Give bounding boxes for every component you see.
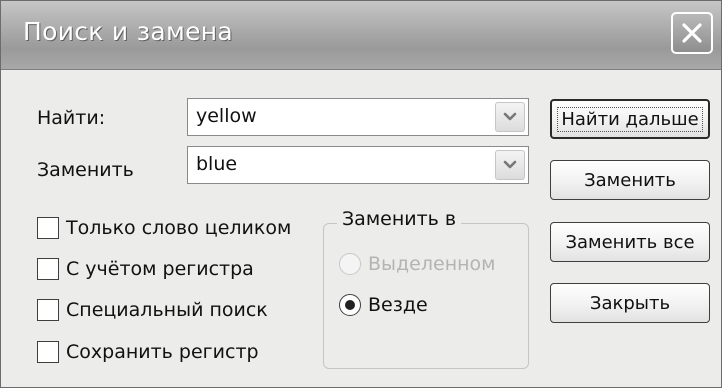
replace-in-everywhere-option[interactable]: Везде — [339, 292, 428, 318]
replace-label: Заменить — [37, 159, 134, 181]
chevron-down-icon — [502, 108, 518, 127]
option-match-case[interactable]: С учётом регистра — [37, 256, 254, 282]
replace-button[interactable]: Заменить — [550, 160, 710, 200]
find-dropdown-button[interactable] — [495, 102, 525, 132]
whole-word-label: Только слово целиком — [66, 217, 292, 239]
close-window-button[interactable] — [671, 12, 713, 54]
everywhere-radio[interactable] — [339, 294, 361, 316]
match-case-checkbox[interactable] — [37, 258, 59, 280]
find-input[interactable]: yellow — [196, 105, 257, 127]
match-case-label: С учётом регистра — [66, 258, 254, 280]
close-icon — [679, 20, 705, 46]
find-replace-dialog: Поиск и замена Найти: yellow Заменить bl… — [0, 0, 722, 388]
special-search-checkbox[interactable] — [37, 299, 59, 321]
option-preserve-case[interactable]: Сохранить регистр — [37, 339, 259, 365]
find-label: Найти: — [37, 107, 106, 129]
find-next-button-label: Найти дальше — [557, 106, 703, 132]
selection-radio — [339, 253, 361, 275]
radio-selected-dot — [345, 300, 355, 310]
preserve-case-checkbox[interactable] — [37, 341, 59, 363]
replace-input[interactable]: blue — [196, 153, 237, 175]
special-search-label: Специальный поиск — [66, 299, 268, 321]
find-next-button[interactable]: Найти дальше — [550, 99, 710, 139]
chevron-down-icon — [502, 156, 518, 175]
option-special-search[interactable]: Специальный поиск — [37, 297, 268, 323]
close-button[interactable]: Закрыть — [550, 283, 710, 323]
title-bar[interactable]: Поиск и замена — [1, 1, 721, 70]
replace-all-button[interactable]: Заменить все — [550, 222, 710, 262]
dialog-title: Поиск и замена — [23, 17, 234, 46]
replace-combobox[interactable]: blue — [187, 146, 529, 184]
option-whole-word[interactable]: Только слово целиком — [37, 215, 291, 241]
selection-radio-label: Выделенном — [368, 253, 496, 275]
preserve-case-label: Сохранить регистр — [66, 341, 259, 363]
whole-word-checkbox[interactable] — [37, 217, 59, 239]
find-combobox[interactable]: yellow — [187, 98, 529, 136]
replace-in-legend: Заменить в — [337, 208, 462, 230]
replace-dropdown-button[interactable] — [495, 150, 525, 180]
everywhere-radio-label: Везде — [368, 294, 428, 316]
replace-in-selection-option: Выделенном — [339, 251, 496, 277]
